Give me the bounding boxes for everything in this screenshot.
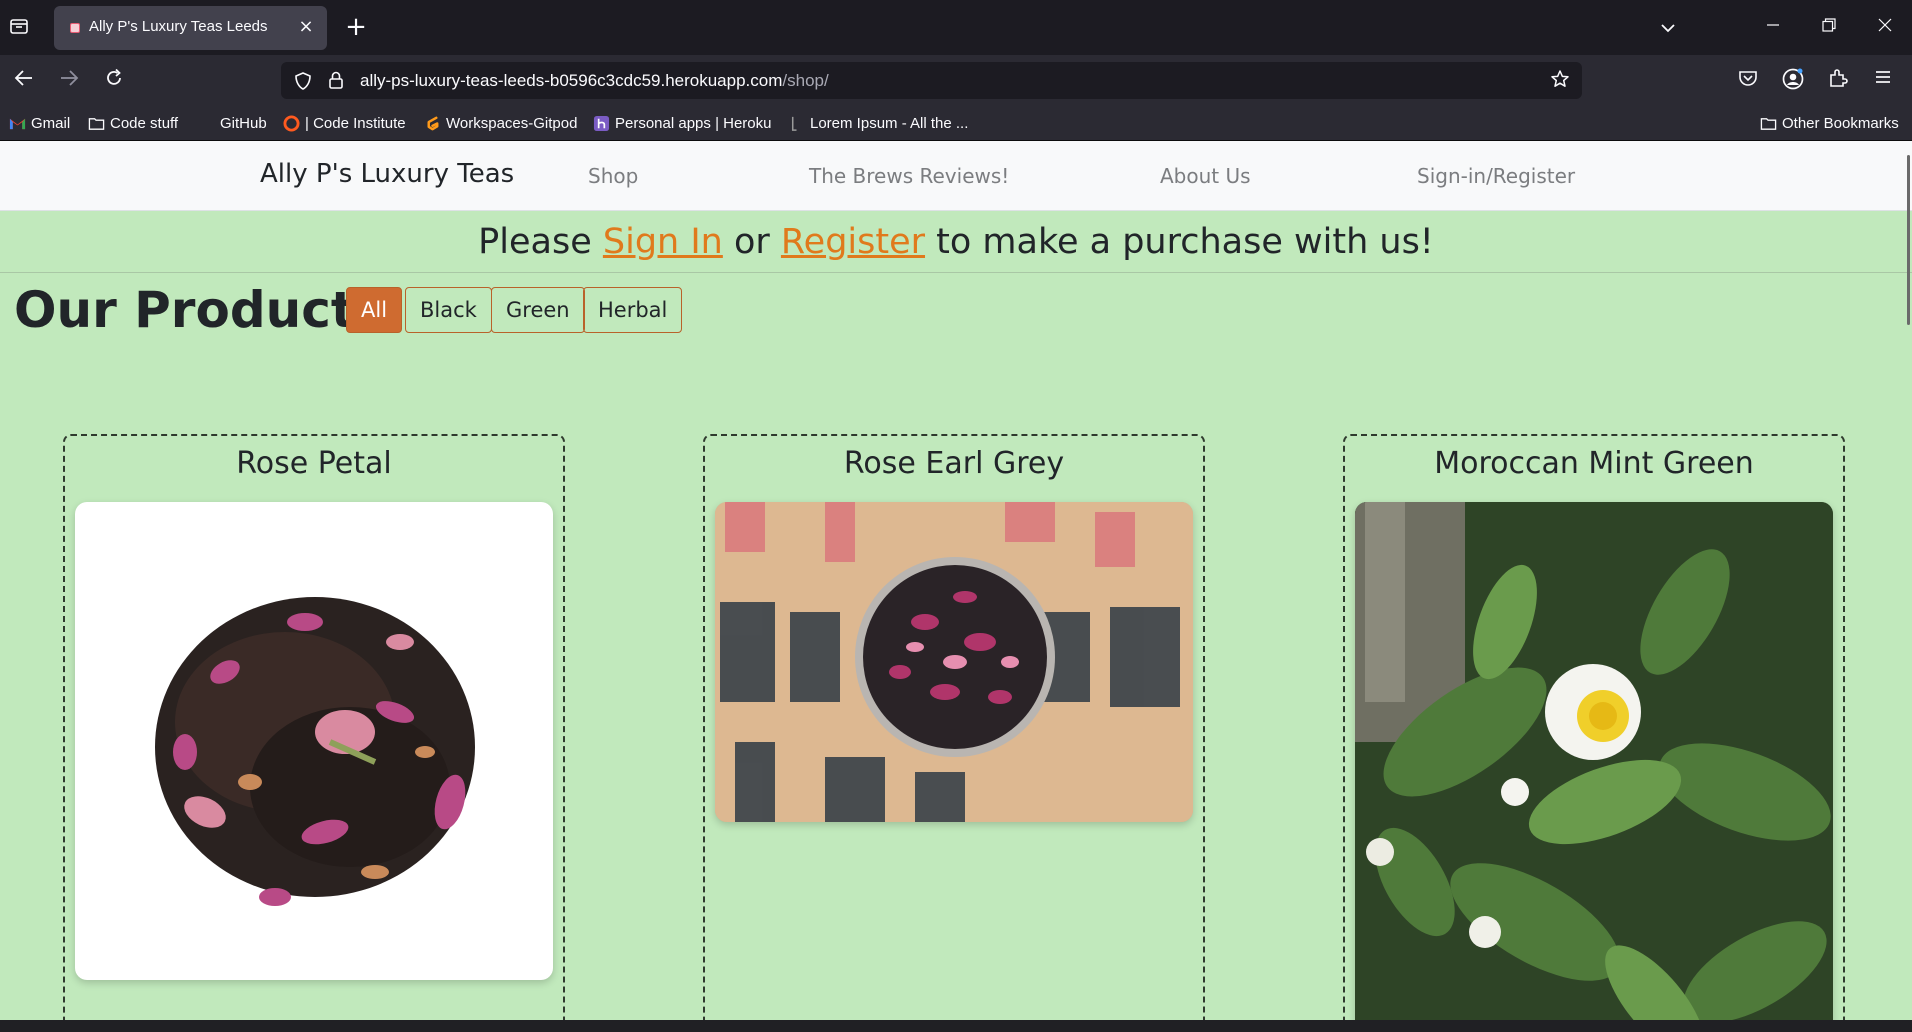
github-icon: [198, 115, 215, 132]
bookmark-gmail[interactable]: Gmail: [9, 113, 70, 133]
bookmarks-toolbar: Gmail Code stuff GitHub | Code Institute…: [0, 105, 1912, 141]
product-name: Moroccan Mint Green: [1434, 446, 1754, 481]
bookmark-label: Workspaces-Gitpod: [446, 114, 578, 132]
tab-favicon-icon: [70, 23, 80, 33]
bookmark-label: Personal apps | Heroku: [615, 114, 772, 132]
bookmark-label: Code stuff: [110, 114, 179, 132]
site-navbar: Ally P's Luxury Teas Shop The Brews Revi…: [0, 141, 1912, 211]
new-tab-icon[interactable]: +: [343, 14, 369, 41]
nav-link-sign-in-register[interactable]: Sign-in/Register: [1417, 164, 1575, 188]
product-image-rose-petal[interactable]: [75, 502, 553, 980]
filter-all-button[interactable]: All: [346, 287, 403, 333]
lorem-ipsum-icon: [791, 116, 797, 131]
filter-green-button[interactable]: Green: [491, 287, 585, 333]
product-card[interactable]: Rose Petal: [63, 434, 565, 1020]
bookmark-label: Gmail: [31, 114, 71, 132]
banner-text-before: Please: [478, 222, 603, 262]
lock-icon[interactable]: [327, 70, 345, 94]
folder-icon: [1760, 117, 1777, 130]
minimize-window-icon[interactable]: [1750, 10, 1796, 44]
nav-link-shop[interactable]: Shop: [588, 164, 638, 188]
sign-in-link[interactable]: Sign In: [603, 222, 723, 262]
nav-link-about-us[interactable]: About Us: [1160, 164, 1251, 188]
tracking-shield-icon[interactable]: [293, 71, 313, 95]
folder-icon: [88, 117, 105, 130]
filter-herbal-button[interactable]: Herbal: [583, 287, 683, 333]
close-window-icon[interactable]: [1862, 10, 1908, 44]
bookmark-label: Lorem Ipsum - All the ...: [810, 114, 969, 132]
product-image-moroccan-mint-green[interactable]: [1355, 502, 1833, 1020]
product-image-rose-earl-grey[interactable]: [715, 502, 1193, 822]
extensions-icon[interactable]: [1825, 67, 1851, 93]
restore-window-icon[interactable]: [1806, 10, 1852, 44]
tab-title: Ally P's Luxury Teas Leeds: [89, 18, 268, 35]
other-bookmarks[interactable]: Other Bookmarks: [1760, 113, 1899, 133]
url-host: ally-ps-luxury-teas-leeds-b0596c3cdc59.h…: [360, 71, 783, 90]
bookmark-github[interactable]: GitHub: [198, 113, 267, 133]
bookmark-code-institute[interactable]: | Code Institute: [283, 113, 406, 133]
reload-icon[interactable]: [101, 67, 127, 93]
chevron-down-icon[interactable]: [1655, 16, 1681, 40]
forward-arrow-icon[interactable]: [56, 67, 82, 93]
gitpod-icon: [427, 116, 439, 130]
os-taskbar: [0, 1020, 1912, 1032]
bookmark-heroku[interactable]: Personal apps | Heroku: [593, 113, 771, 133]
bookmark-lorem-ipsum[interactable]: Lorem Ipsum - All the ...: [788, 113, 968, 133]
product-name: Rose Earl Grey: [843, 446, 1065, 481]
other-bookmarks-label: Other Bookmarks: [1782, 114, 1899, 132]
site-brand[interactable]: Ally P's Luxury Teas: [260, 159, 514, 189]
bookmark-code-stuff[interactable]: Code stuff: [88, 113, 178, 133]
menu-hamburger-icon[interactable]: [1870, 67, 1896, 93]
register-link[interactable]: Register: [781, 222, 925, 262]
product-name: Rose Petal: [236, 446, 392, 481]
active-tab[interactable]: Ally P's Luxury Teas Leeds ×: [54, 6, 327, 50]
heroku-icon: [593, 115, 610, 131]
product-card[interactable]: Rose Earl Grey: [703, 434, 1205, 1020]
bookmark-star-icon[interactable]: [1548, 69, 1572, 93]
web-page: Ally P's Luxury Teas Shop The Brews Revi…: [0, 141, 1912, 1020]
code-institute-icon: [283, 114, 300, 132]
bookmark-label: | Code Institute: [305, 114, 406, 132]
back-arrow-icon[interactable]: [11, 67, 37, 93]
browser-toolbar: ally-ps-luxury-teas-leeds-b0596c3cdc59.h…: [0, 55, 1912, 105]
account-icon[interactable]: [1780, 67, 1806, 93]
page-scrollbar[interactable]: [1904, 141, 1912, 1020]
sign-in-banner: Please Sign In or Register to make a pur…: [0, 211, 1912, 273]
product-card[interactable]: Moroccan Mint Green: [1343, 434, 1845, 1020]
close-tab-icon[interactable]: ×: [295, 16, 317, 38]
bookmark-label: GitHub: [220, 114, 267, 132]
browser-tab-bar: Ally P's Luxury Teas Leeds × +: [0, 0, 1912, 55]
address-bar[interactable]: ally-ps-luxury-teas-leeds-b0596c3cdc59.h…: [281, 62, 1582, 99]
filter-black-button[interactable]: Black: [405, 287, 492, 333]
url-path: /shop/: [782, 71, 829, 90]
banner-text-middle: or: [722, 222, 781, 262]
scrollbar-thumb[interactable]: [1907, 155, 1910, 325]
nav-link-brews-reviews[interactable]: The Brews Reviews!: [809, 164, 1009, 188]
tab-list-icon[interactable]: [8, 16, 30, 38]
banner-text-after: to make a purchase with us!: [925, 222, 1434, 262]
url-text[interactable]: ally-ps-luxury-teas-leeds-b0596c3cdc59.h…: [360, 71, 829, 91]
gmail-icon: [9, 118, 26, 129]
pocket-icon[interactable]: [1735, 67, 1761, 93]
bookmark-gitpod[interactable]: Workspaces-Gitpod: [424, 113, 577, 133]
